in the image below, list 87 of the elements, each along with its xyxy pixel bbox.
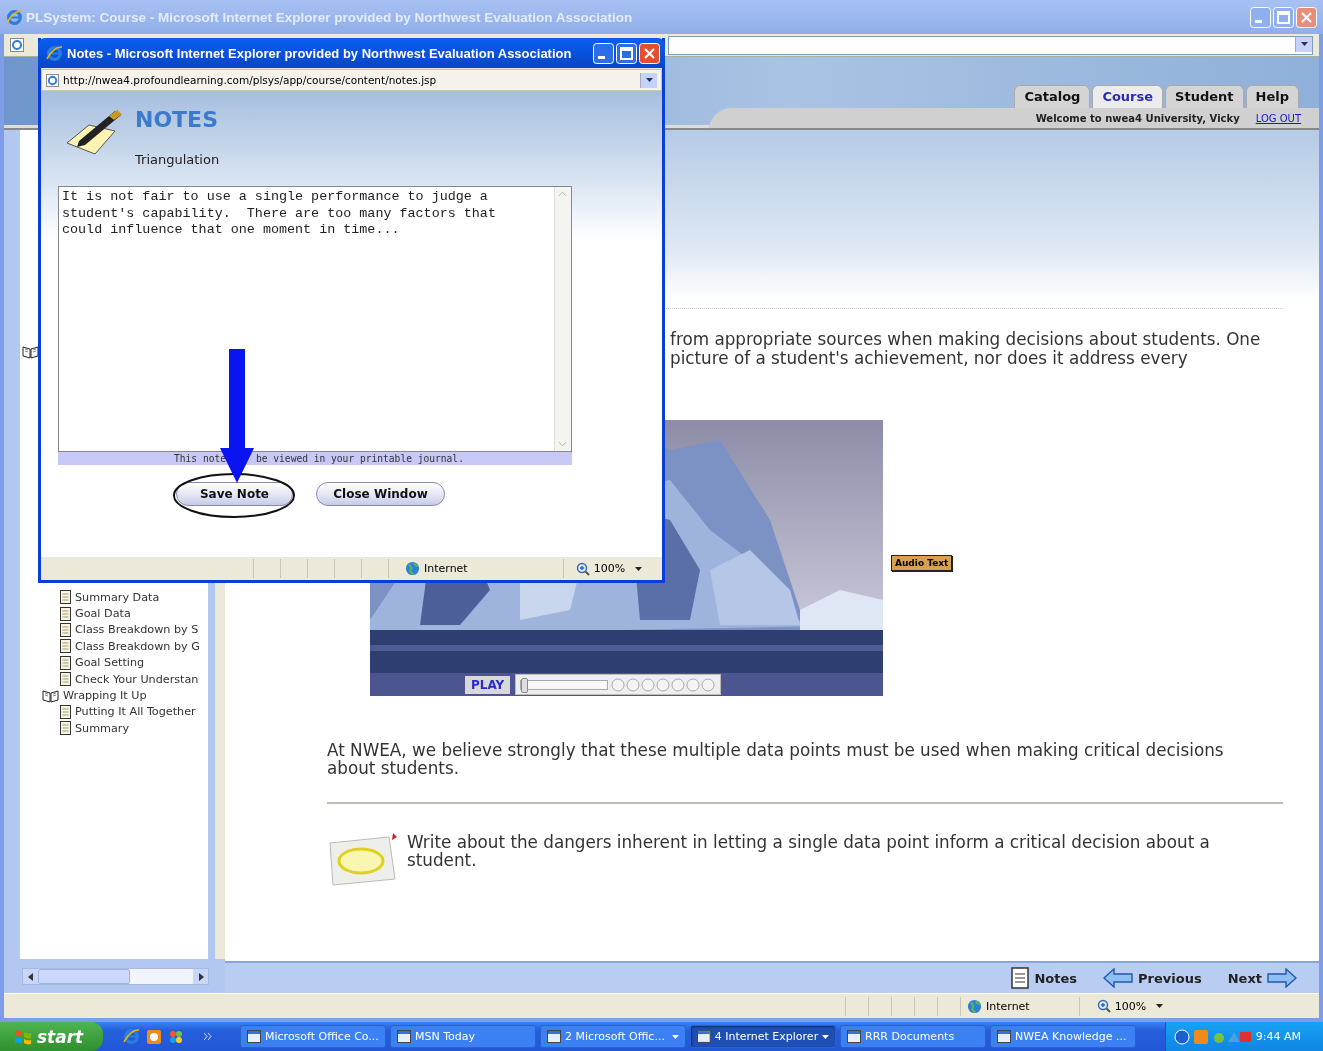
tree-item[interactable]: Putting It All Together	[42, 703, 208, 721]
page-icon	[60, 622, 71, 637]
globe-icon	[967, 998, 982, 1014]
taskbar-button[interactable]: 2 Microsoft Offic...	[540, 1025, 686, 1048]
right-arrow-icon[interactable]	[197, 972, 204, 981]
zone-indicator: Internet	[967, 998, 1030, 1014]
hint-text: be viewed in your printable journal.	[256, 452, 464, 465]
windows-logo-icon	[14, 1028, 32, 1045]
tree-item[interactable]: Summary	[42, 720, 208, 737]
nav-tab[interactable]: Course	[1092, 85, 1164, 108]
taskbar-button[interactable]: MSN Today	[390, 1025, 536, 1048]
minimize-button[interactable]	[593, 42, 614, 64]
page-icon	[60, 721, 71, 736]
window-title: Notes - Microsoft Internet Explorer provided by Northwest Evaluation Association	[67, 45, 573, 61]
book-icon	[42, 688, 59, 703]
page-icon	[60, 704, 71, 719]
right-arrow-icon[interactable]	[1267, 968, 1297, 988]
caret-icon[interactable]	[1156, 1004, 1164, 1008]
logout-link[interactable]: LOG OUT	[1255, 112, 1301, 124]
page-icon	[60, 590, 71, 605]
tree-item[interactable]: Goal Data	[42, 605, 208, 622]
close-button[interactable]	[1296, 6, 1317, 28]
next-link[interactable]: Next	[1227, 968, 1297, 988]
tree-item[interactable]: Wrapping It Up	[42, 687, 208, 704]
window-icon	[547, 1030, 561, 1043]
audio-text-button[interactable]: Audio Text	[891, 555, 953, 571]
globe-icon	[405, 561, 420, 576]
page-icon	[60, 606, 71, 621]
page-icon	[60, 655, 71, 670]
window-icon	[997, 1030, 1011, 1043]
notes-link[interactable]: Notes	[1011, 967, 1078, 989]
nav-tab[interactable]: Student	[1165, 85, 1244, 108]
window-icon	[247, 1030, 261, 1043]
nav-tab[interactable]: Catalog	[1014, 85, 1091, 108]
window-title: PLSystem: Course - Microsoft Internet Explorer provided by Northwest Evaluation Association	[26, 9, 634, 25]
nav-tab[interactable]: Help	[1245, 85, 1299, 108]
hint-text: This note	[174, 452, 226, 465]
play-button[interactable]: PLAY	[465, 675, 511, 694]
close-button[interactable]	[639, 42, 660, 64]
taskbar-button[interactable]: NWEA Knowledge ...	[990, 1025, 1136, 1048]
tree-item[interactable]: Class Breakdown by S	[42, 621, 208, 639]
paragraph-text: picture of a student's achievement, nor does it address every	[670, 349, 1189, 368]
zoom-level[interactable]: 100%	[1096, 999, 1147, 1013]
clock-text: 9:44 AM	[1255, 1030, 1301, 1043]
scrollbar[interactable]	[22, 968, 209, 985]
address-field[interactable]	[668, 35, 1313, 55]
close-button[interactable]: Close Window	[316, 482, 445, 506]
caret-icon[interactable]	[822, 1034, 829, 1039]
page-icon	[46, 73, 59, 87]
tree-item[interactable]: Goal Setting	[42, 654, 208, 671]
tray-icons[interactable]	[1173, 1028, 1252, 1045]
tree-item[interactable]: Check Your Understan	[42, 670, 208, 688]
caret-icon[interactable]	[645, 78, 653, 82]
paragraph-text: At NWEA, we believe strongly that these multiple data points must be used when making critical decisions about students.	[327, 741, 1225, 777]
welcome-text: Welcome to nwea4 University, Vicky	[1035, 112, 1240, 124]
taskbar-button[interactable]: RRR Documents	[840, 1025, 986, 1048]
window-icon	[847, 1030, 861, 1043]
browser-icon	[6, 8, 23, 26]
page-icon	[60, 639, 71, 654]
notes-heading: NOTES	[135, 107, 219, 132]
topic-text: Triangulation	[135, 152, 220, 167]
left-arrow-icon[interactable]	[1103, 968, 1134, 988]
zone-indicator: Internet	[405, 561, 468, 576]
seek-slider[interactable]	[520, 679, 609, 690]
browser-icon	[123, 1028, 140, 1045]
page-icon	[10, 38, 24, 52]
paragraph-text: from appropriate sources when making decisions about students. One	[670, 330, 1262, 349]
tree-item[interactable]: Class Breakdown by G	[42, 638, 208, 655]
window-icon	[697, 1030, 711, 1043]
window-icon	[397, 1030, 411, 1043]
taskbar-button[interactable]: Microsoft Office Co...	[240, 1025, 386, 1048]
browser-icon	[46, 44, 63, 62]
taskbar-button[interactable]: 4 Internet Explorer	[690, 1025, 836, 1048]
journal-prompt: Write about the dangers inherent in letting a single data point inform a critical decision about a student.	[407, 833, 1211, 872]
caret-icon[interactable]	[635, 566, 643, 571]
left-arrow-icon[interactable]	[27, 972, 34, 981]
notes-icon[interactable]	[1011, 967, 1030, 989]
previous-link[interactable]: Previous	[1103, 968, 1202, 988]
maximize-button[interactable]	[616, 42, 637, 64]
tree-item[interactable]: Summary Data	[42, 589, 208, 606]
zoom-icon[interactable]	[575, 561, 590, 576]
caret-icon[interactable]	[1300, 42, 1308, 46]
page-icon	[60, 672, 71, 687]
zoom-level[interactable]: 100%	[575, 561, 626, 576]
zoom-icon[interactable]	[1096, 999, 1111, 1013]
save-button[interactable]: Save Note	[176, 482, 293, 506]
chevron-icon[interactable]	[204, 1033, 212, 1040]
